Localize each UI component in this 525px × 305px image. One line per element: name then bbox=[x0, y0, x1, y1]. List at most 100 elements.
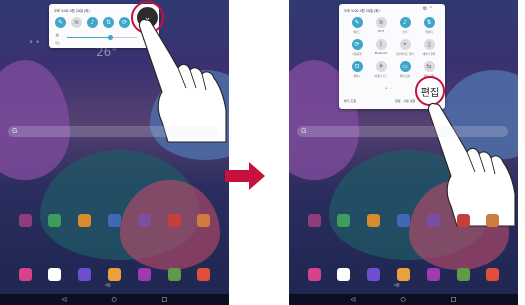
app-tile bbox=[456, 214, 470, 227]
edit-icon[interactable]: ✎ bbox=[55, 17, 66, 28]
quick-panel-status: 오후 5:00 4월 20일 (화) bbox=[344, 9, 380, 13]
app-icon[interactable] bbox=[301, 214, 327, 227]
quick-setting-tile[interactable]: ✈ 비행기 모드 bbox=[369, 61, 393, 78]
quick-setting-tile[interactable]: ⌖ 블루라이트 필터 bbox=[393, 39, 417, 56]
battery-icon: ▯ bbox=[423, 39, 435, 50]
app-icon[interactable] bbox=[72, 214, 98, 227]
hand-pointer-icon bbox=[427, 102, 516, 227]
quick-setting-tile[interactable]: ▭ 화면 공유 bbox=[393, 61, 417, 78]
screen-icon: ▭ bbox=[399, 61, 411, 72]
quick-setting-tile[interactable]: ♪ 소리 bbox=[393, 17, 417, 34]
page-indicator: • · bbox=[385, 86, 392, 92]
quick-setting-tile[interactable]: ⟳ 자동회전 bbox=[345, 39, 369, 56]
quick-setting-tile[interactable]: ᛒ Bluetooth bbox=[369, 39, 393, 56]
app-icon[interactable] bbox=[161, 214, 187, 227]
quick-panel-status: 오후 5:00 4월 20일 (화) bbox=[54, 9, 90, 13]
app-icon[interactable] bbox=[101, 268, 127, 281]
app-tile bbox=[337, 214, 351, 227]
recents-icon[interactable]: □ bbox=[162, 296, 168, 303]
app-icon[interactable] bbox=[42, 214, 68, 227]
app-tile bbox=[197, 214, 211, 227]
app-icon[interactable] bbox=[191, 214, 217, 227]
search-bar[interactable]: G bbox=[8, 126, 219, 137]
app-icon[interactable] bbox=[331, 214, 357, 227]
sync-icon[interactable]: ⇅ bbox=[103, 17, 114, 28]
brightness-track[interactable] bbox=[67, 35, 137, 41]
recents-icon[interactable]: □ bbox=[451, 296, 457, 303]
back-icon[interactable]: ◁ bbox=[62, 296, 67, 303]
quick-setting-tile[interactable]: ▯ 배터리 절약 bbox=[417, 39, 441, 56]
quick-setting-label: 화면 공유 bbox=[399, 75, 411, 78]
app-icon[interactable] bbox=[361, 214, 387, 227]
app-tile bbox=[337, 268, 351, 281]
footer-right-text: 알림 · 사용 설정 bbox=[395, 99, 416, 103]
app-tile bbox=[396, 214, 410, 227]
app-tile bbox=[426, 268, 440, 281]
app-icon[interactable] bbox=[390, 214, 416, 227]
quick-setting-label: 자동회전 bbox=[352, 53, 362, 56]
gear-icon[interactable]: ⚙ ⌃ bbox=[423, 6, 433, 12]
google-icon: G bbox=[301, 127, 307, 135]
app-icon[interactable] bbox=[101, 214, 127, 227]
arrow-right-icon bbox=[225, 162, 265, 190]
app-tile bbox=[78, 214, 92, 227]
quick-setting-label: 소리 bbox=[402, 31, 408, 34]
navigation-bar: ◁ ○ □ bbox=[289, 294, 518, 305]
tablet-screen-after: 오후 5:00 4월 20일 (화) ⚙ ⌃ ✎ 펜모드 ≋ Wi-Fi ♪ 소리 ⇅ 데이터… bbox=[289, 0, 518, 305]
share-icon: ⇆ bbox=[423, 61, 435, 72]
app-icon[interactable] bbox=[12, 268, 38, 281]
footer-left-text: 밝기 조절 bbox=[344, 99, 356, 103]
app-icon[interactable] bbox=[301, 268, 327, 281]
app-icon[interactable] bbox=[42, 268, 68, 281]
navigation-bar: ◁ ○ □ bbox=[0, 294, 229, 305]
edit-icon: ✎ bbox=[351, 17, 363, 28]
wifi-icon: ≋ bbox=[375, 17, 387, 28]
app-tile bbox=[107, 268, 121, 281]
quick-toggle-row: ✎ ≋ ♪ ⇅ ⟳ bbox=[55, 17, 130, 28]
app-icon[interactable] bbox=[191, 268, 217, 281]
app-icon[interactable] bbox=[12, 214, 38, 227]
quick-setting-label: 배터리 절약 bbox=[422, 53, 436, 56]
app-row bbox=[12, 214, 217, 227]
app-icon[interactable] bbox=[161, 268, 187, 281]
quick-setting-tile[interactable]: ⊡ 캡처+ bbox=[345, 61, 369, 78]
app-tile bbox=[18, 214, 32, 227]
app-icon[interactable] bbox=[420, 268, 446, 281]
quick-setting-tile[interactable]: ≋ Wi-Fi bbox=[369, 17, 393, 34]
app-icon[interactable] bbox=[480, 268, 506, 281]
app-tile bbox=[18, 268, 32, 281]
brightness-knob[interactable] bbox=[107, 35, 113, 41]
app-icon[interactable] bbox=[361, 268, 387, 281]
app-icon[interactable] bbox=[131, 214, 157, 227]
search-bar[interactable]: G bbox=[297, 126, 508, 137]
app-icon[interactable] bbox=[450, 268, 476, 281]
back-icon[interactable]: ◁ bbox=[351, 296, 356, 303]
app-icon[interactable] bbox=[480, 214, 506, 227]
airplane-icon: ✈ bbox=[375, 61, 387, 72]
app-tile bbox=[167, 268, 181, 281]
google-icon: G bbox=[12, 127, 18, 135]
app-icon[interactable] bbox=[131, 268, 157, 281]
quick-setting-label: 펜모드 bbox=[353, 31, 361, 34]
instruction-illustration: ·· 26° 오후 5:00 4월 20일 (화) ✎ ≋ ♪ ⇅ ⟳ ☼ 자동 ⌄ bbox=[0, 0, 525, 305]
wifi-icon[interactable]: ≋ bbox=[71, 17, 82, 28]
app-tile bbox=[48, 268, 62, 281]
brightness-icon: ☼ bbox=[55, 33, 60, 39]
app-tile bbox=[48, 214, 62, 227]
sync-icon: ⇅ bbox=[423, 17, 435, 28]
app-icon[interactable] bbox=[450, 214, 476, 227]
quick-setting-tile[interactable]: ✎ 펜모드 bbox=[345, 17, 369, 34]
app-tile bbox=[107, 214, 121, 227]
app-icon[interactable] bbox=[390, 268, 416, 281]
sound-icon[interactable]: ♪ bbox=[87, 17, 98, 28]
app-icon[interactable] bbox=[420, 214, 446, 227]
app-icon[interactable] bbox=[72, 268, 98, 281]
app-icon[interactable] bbox=[331, 268, 357, 281]
quick-settings-grid: ✎ 펜모드 ≋ Wi-Fi ♪ 소리 ⇅ 데이터 ⟳ 자동회전 ᛒ Bluetooth ⌖ 블루라이트 필… bbox=[345, 17, 441, 78]
app-tile bbox=[137, 268, 151, 281]
app-tile bbox=[486, 214, 500, 227]
quick-setting-tile[interactable]: ⇅ 데이터 bbox=[417, 17, 441, 34]
home-icon[interactable]: ○ bbox=[400, 296, 405, 303]
home-icon[interactable]: ○ bbox=[111, 296, 116, 303]
wallpaper-leaf bbox=[0, 60, 70, 180]
